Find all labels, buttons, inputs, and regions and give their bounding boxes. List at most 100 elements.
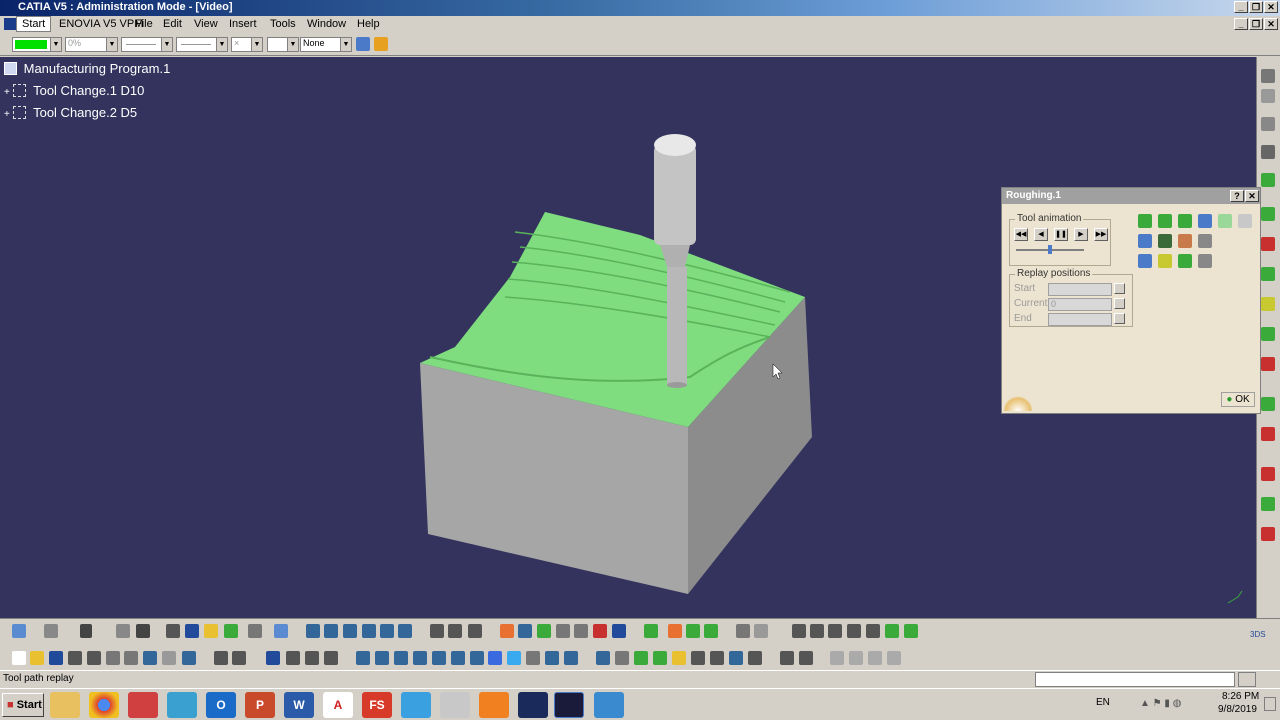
doc-restore-button[interactable]: ❐ — [1249, 18, 1263, 30]
rewind-button[interactable]: ◀◀ — [1014, 228, 1028, 241]
menu-view[interactable]: View — [194, 18, 218, 30]
clock-time[interactable]: 8:26 PM — [1222, 691, 1259, 702]
dialog-tool-icon-5[interactable] — [1218, 214, 1232, 228]
tool-icon-8[interactable] — [1261, 267, 1275, 281]
fast-forward-button[interactable]: ▶▶ — [1094, 228, 1108, 241]
dialog-tool-icon-11[interactable] — [1138, 254, 1152, 268]
clock-date[interactable]: 9/8/2019 — [1218, 704, 1257, 715]
chrome-icon[interactable] — [89, 692, 119, 718]
end-formula-icon[interactable] — [1114, 313, 1125, 324]
tool-icon-2[interactable] — [1261, 89, 1275, 103]
minimize-button[interactable]: _ — [1234, 1, 1248, 13]
tool-icon-6[interactable] — [1261, 207, 1275, 221]
dialog-close-button[interactable]: ✕ — [1245, 190, 1259, 202]
dialog-tool-icon-4[interactable] — [1198, 214, 1212, 228]
tool-icon-5[interactable] — [1261, 173, 1275, 187]
format-painter-icon[interactable] — [356, 37, 370, 51]
command-input[interactable] — [1035, 672, 1235, 687]
app-icon-4[interactable] — [440, 692, 470, 718]
restore-button[interactable]: ❐ — [1249, 1, 1263, 13]
current-formula-icon[interactable] — [1114, 298, 1125, 309]
menu-help[interactable]: Help — [357, 18, 380, 30]
tray-icons[interactable]: ▲ ⚑ ▮ ◍ — [1140, 698, 1200, 710]
start-label: Start — [16, 699, 42, 711]
language-indicator[interactable]: EN — [1096, 697, 1110, 708]
menu-edit[interactable]: Edit — [163, 18, 182, 30]
tool-icon-15[interactable] — [1261, 497, 1275, 511]
app-icon-fs[interactable]: FS — [362, 692, 392, 718]
app-icon-6[interactable] — [594, 692, 624, 718]
dialog-tool-icon-8[interactable] — [1158, 234, 1172, 248]
tool-icon-10[interactable] — [1261, 327, 1275, 341]
catia-taskbar-icon[interactable] — [554, 692, 584, 718]
dialog-tool-icon-2[interactable] — [1158, 214, 1172, 228]
command-list-button[interactable] — [1238, 672, 1256, 687]
linetype-combo[interactable]: ▼ — [121, 37, 173, 52]
menu-start[interactable]: Start — [16, 16, 52, 32]
tool-icon-11[interactable] — [1261, 357, 1275, 371]
transparency-combo[interactable]: 0% ▼ — [65, 37, 118, 52]
dialog-tool-icon-7[interactable] — [1138, 234, 1152, 248]
pause-button[interactable]: ❚❚ — [1054, 228, 1068, 241]
tool-top — [654, 134, 696, 156]
app-icon-2[interactable] — [167, 692, 197, 718]
point-symbol-combo[interactable]: × ▼ — [231, 37, 263, 52]
dialog-tool-icon-3[interactable] — [1178, 214, 1192, 228]
app-icon-1[interactable] — [128, 692, 158, 718]
app-menu-icon[interactable] — [4, 18, 16, 30]
status-bar: Tool path replay — [0, 670, 1280, 688]
start-formula-icon[interactable] — [1114, 283, 1125, 294]
tool-icon-1[interactable] — [1261, 69, 1275, 83]
help-button[interactable]: ? — [1230, 190, 1244, 202]
outlook-icon[interactable]: O — [206, 692, 236, 718]
menu-insert[interactable]: Insert — [229, 18, 257, 30]
color-combo[interactable]: ▼ — [12, 37, 62, 52]
doc-close-button[interactable]: ✕ — [1264, 18, 1278, 30]
doc-minimize-button[interactable]: _ — [1234, 18, 1248, 30]
word-icon[interactable]: W — [284, 692, 314, 718]
menu-window[interactable]: Window — [307, 18, 346, 30]
dialog-tool-icon-1[interactable] — [1138, 214, 1152, 228]
step-forward-button[interactable]: ▶ — [1074, 228, 1088, 241]
lineweight-combo[interactable]: ▼ — [176, 37, 228, 52]
tool-icon-14[interactable] — [1261, 467, 1275, 481]
menu-enovia[interactable]: ENOVIA V5 VPM — [59, 18, 143, 30]
tool-icon-4[interactable] — [1261, 145, 1275, 159]
app-icon-3[interactable] — [401, 692, 431, 718]
tool-icon-16[interactable] — [1261, 527, 1275, 541]
dialog-tool-icon-10[interactable] — [1198, 234, 1212, 248]
dialog-tool-icon-6[interactable] — [1238, 214, 1252, 228]
ok-label: OK — [1235, 394, 1250, 405]
tool-icon-12[interactable] — [1261, 397, 1275, 411]
rendering-style-combo[interactable]: ▼ — [267, 37, 299, 52]
start-button[interactable]: ■ Start — [2, 693, 44, 717]
end-field[interactable] — [1048, 313, 1112, 326]
vlc-icon[interactable] — [479, 692, 509, 718]
bottom-toolbar-icons[interactable]: 3DS — [0, 619, 1280, 671]
dialog-tool-icon-14[interactable] — [1198, 254, 1212, 268]
layer-combo[interactable]: None ▼ — [300, 37, 352, 52]
close-button[interactable]: ✕ — [1264, 1, 1278, 13]
tool-icon-7[interactable] — [1261, 237, 1275, 251]
menu-file[interactable]: File — [135, 18, 153, 30]
app-icon-5[interactable] — [518, 692, 548, 718]
step-back-button[interactable]: ◀ — [1034, 228, 1048, 241]
powerpoint-icon[interactable]: P — [245, 692, 275, 718]
animation-slider-thumb[interactable] — [1048, 245, 1052, 254]
current-field[interactable]: 0 — [1048, 298, 1112, 311]
dialog-tool-icon-9[interactable] — [1178, 234, 1192, 248]
acrobat-icon[interactable]: A — [323, 692, 353, 718]
ok-button[interactable]: ● OK — [1221, 392, 1255, 407]
tool-icon-3[interactable] — [1261, 117, 1275, 131]
properties-icon[interactable] — [374, 37, 388, 51]
end-label: End — [1014, 313, 1032, 324]
start-field[interactable] — [1048, 283, 1112, 296]
dialog-tool-icon-12[interactable] — [1158, 254, 1172, 268]
tool-icon-13[interactable] — [1261, 427, 1275, 441]
notification-icon[interactable] — [1264, 697, 1276, 711]
menu-tools[interactable]: Tools — [270, 18, 296, 30]
file-explorer-icon[interactable] — [50, 692, 80, 718]
chevron-down-icon: ▼ — [287, 38, 298, 51]
dialog-tool-icon-13[interactable] — [1178, 254, 1192, 268]
tool-icon-9[interactable] — [1261, 297, 1275, 311]
